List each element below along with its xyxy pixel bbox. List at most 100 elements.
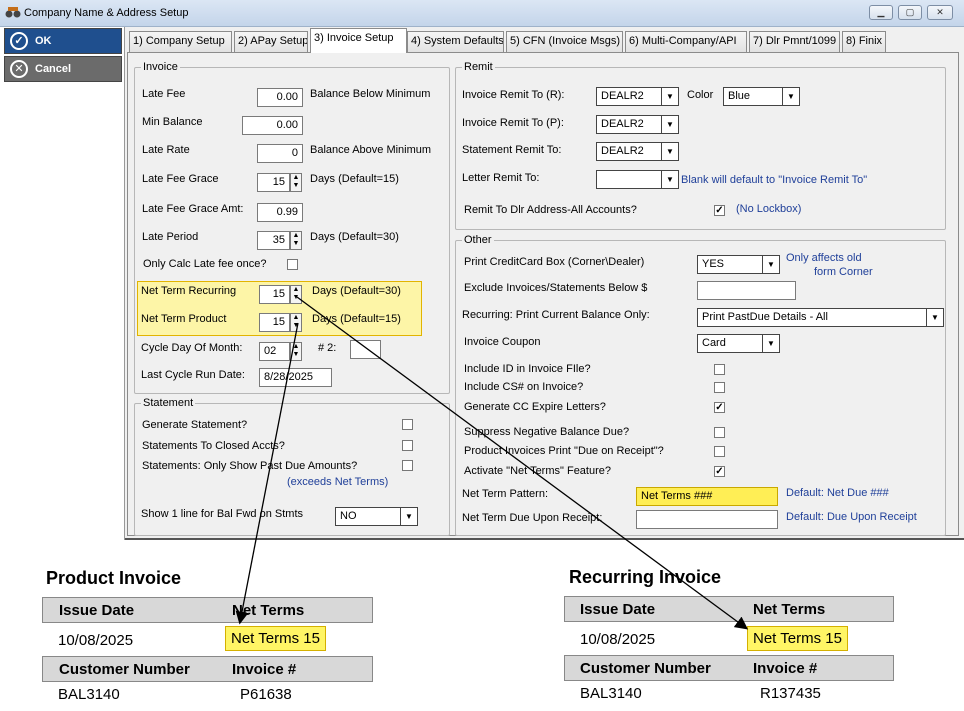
invoice-coupon-dropdown[interactable]: Card ▼ <box>697 334 780 353</box>
window-title: Company Name & Address Setup <box>24 7 189 19</box>
include-id-checkbox[interactable] <box>714 364 725 375</box>
color-label: Color <box>687 89 714 101</box>
tab-apay-setup[interactable]: 2) APay Setup <box>234 31 308 52</box>
past-due-only-label: Statements: Only Show Past Due Amounts? <box>142 460 358 472</box>
remit-dlr-checkbox[interactable]: ✓ <box>714 205 725 216</box>
grace-amt-input[interactable]: 0.99 <box>257 203 303 222</box>
net-term-recurring-label: Net Term Recurring <box>141 285 237 297</box>
grace-amt-label: Late Fee Grace Amt: <box>142 203 244 215</box>
min-balance-input[interactable]: 0.00 <box>242 116 303 135</box>
net-term-recurring-note: Days (Default=30) <box>312 285 401 297</box>
cycle-day-spinner[interactable]: ▲ ▼ <box>290 342 302 361</box>
cycle-day-2-label: # 2: <box>318 342 337 354</box>
due-on-receipt-checkbox[interactable] <box>714 446 725 457</box>
late-fee-note: Balance Below Minimum <box>310 88 431 100</box>
color-dropdown[interactable]: Blue ▼ <box>723 87 800 106</box>
net-term-due-input[interactable] <box>636 510 778 529</box>
product-invoice-header-bar: Issue Date Net Terms <box>42 597 373 623</box>
color-value: Blue <box>728 90 751 102</box>
letter-remit-dropdown[interactable]: ▼ <box>596 170 679 189</box>
invoice-number-header: Invoice # <box>753 660 818 677</box>
ok-label: OK <box>35 35 52 47</box>
tab-dlr-pmnt[interactable]: 7) Dlr Pmnt/1099 <box>749 31 840 52</box>
closed-accts-checkbox[interactable] <box>402 440 413 451</box>
net-term-product-spinner[interactable]: ▲ ▼ <box>290 313 302 332</box>
calc-once-checkbox[interactable] <box>287 259 298 270</box>
invoice-remit-p-value: DEALR2 <box>601 118 644 130</box>
invoice-remit-r-value: DEALR2 <box>601 90 644 102</box>
action-pane: ✓ OK ✕ Cancel <box>0 27 125 540</box>
late-rate-input[interactable]: 0 <box>257 144 303 163</box>
statement-remit-value: DEALR2 <box>601 145 644 157</box>
past-due-only-checkbox[interactable] <box>402 460 413 471</box>
ok-button[interactable]: ✓ OK <box>4 28 122 54</box>
late-fee-input[interactable]: 0.00 <box>257 88 303 107</box>
late-fee-grace-spinner[interactable]: ▲ ▼ <box>290 173 302 192</box>
net-terms-header: Net Terms <box>753 601 826 618</box>
invoice-coupon-value: Card <box>702 337 726 349</box>
customer-number-header: Customer Number <box>59 661 190 678</box>
net-term-recurring-spinner[interactable]: ▲ ▼ <box>290 285 302 304</box>
chevron-down-icon: ▼ <box>926 309 943 326</box>
late-period-spinner[interactable]: ▲ ▼ <box>290 231 302 250</box>
net-term-product-input[interactable]: 15 <box>259 313 290 332</box>
recurring-customer-number: BAL3140 <box>580 685 642 702</box>
recurring-balance-dropdown[interactable]: Print PastDue Details - All ▼ <box>697 308 944 327</box>
product-customer-number: BAL3140 <box>58 686 120 703</box>
generate-statement-checkbox[interactable] <box>402 419 413 430</box>
invoice-remit-p-dropdown[interactable]: DEALR2 ▼ <box>596 115 679 134</box>
bal-fwd-dropdown[interactable]: NO ▼ <box>335 507 418 526</box>
product-issue-date: 10/08/2025 <box>58 632 134 649</box>
close-button[interactable]: ✕ <box>927 5 953 20</box>
chevron-down-icon: ▼ <box>762 256 779 273</box>
suppress-negative-checkbox[interactable] <box>714 427 725 438</box>
net-term-recurring-input[interactable]: 15 <box>259 285 290 304</box>
recurring-invoice-number: R137435 <box>760 685 821 702</box>
tab-company-setup[interactable]: 1) Company Setup <box>129 31 232 52</box>
calc-once-label: Only Calc Late fee once? <box>143 258 267 270</box>
cc-box-dropdown[interactable]: YES ▼ <box>697 255 780 274</box>
cycle-day-input[interactable]: 02 <box>259 342 290 361</box>
net-terms-header: Net Terms <box>232 602 305 619</box>
invoice-remit-r-dropdown[interactable]: DEALR2 ▼ <box>596 87 679 106</box>
chevron-down-icon: ▼ <box>661 88 678 105</box>
check-icon: ✓ <box>10 32 28 50</box>
cc-box-hint: Only affects old <box>786 252 862 264</box>
issue-date-header: Issue Date <box>580 601 656 618</box>
minimize-button[interactable]: ▁ <box>869 5 893 20</box>
tab-system-defaults[interactable]: 4) System Defaults <box>407 31 504 52</box>
late-period-input[interactable]: 35 <box>257 231 290 250</box>
group-title: Statement <box>141 397 196 409</box>
recurring-issue-date: 10/08/2025 <box>580 631 656 648</box>
net-term-pattern-input[interactable]: Net Terms ### <box>636 487 778 506</box>
cc-box-value: YES <box>702 258 725 270</box>
cancel-button[interactable]: ✕ Cancel <box>4 56 122 82</box>
tab-cfn[interactable]: 5) CFN (Invoice Msgs) <box>506 31 623 52</box>
activate-net-terms-checkbox[interactable]: ✓ <box>714 466 725 477</box>
product-invoice-title: Product Invoice <box>46 568 182 588</box>
tab-finix[interactable]: 8) Finix <box>842 31 886 52</box>
late-period-note: Days (Default=30) <box>310 231 399 243</box>
recurring-invoice-header-bar-2: Customer Number Invoice # <box>564 655 894 681</box>
net-term-due-hint: Default: Due Upon Receipt <box>786 511 917 523</box>
min-balance-label: Min Balance <box>142 116 203 128</box>
late-fee-grace-input[interactable]: 15 <box>257 173 290 192</box>
recurring-net-terms: Net Terms 15 <box>747 626 848 651</box>
tab-multi-company[interactable]: 6) Multi-Company/API <box>625 31 747 52</box>
late-rate-label: Late Rate <box>142 144 190 156</box>
include-cs-checkbox[interactable] <box>714 382 725 393</box>
exclude-below-input[interactable] <box>697 281 796 300</box>
maximize-button[interactable]: ▢ <box>898 5 922 20</box>
cc-expire-checkbox[interactable]: ✓ <box>714 402 725 413</box>
cycle-day-2-input[interactable] <box>350 340 381 359</box>
last-cycle-input[interactable]: 8/28/2025 <box>259 368 332 387</box>
tab-invoice-setup[interactable]: 3) Invoice Setup <box>310 28 407 53</box>
cancel-label: Cancel <box>35 63 72 75</box>
chevron-down-icon: ▼ <box>661 116 678 133</box>
net-term-product-note: Days (Default=15) <box>312 313 401 325</box>
cc-box-hint-2: form Corner <box>814 266 873 278</box>
statement-remit-dropdown[interactable]: DEALR2 ▼ <box>596 142 679 161</box>
product-net-terms: Net Terms 15 <box>225 626 326 651</box>
x-circle-icon: ✕ <box>10 60 28 78</box>
late-period-label: Late Period <box>142 231 199 243</box>
